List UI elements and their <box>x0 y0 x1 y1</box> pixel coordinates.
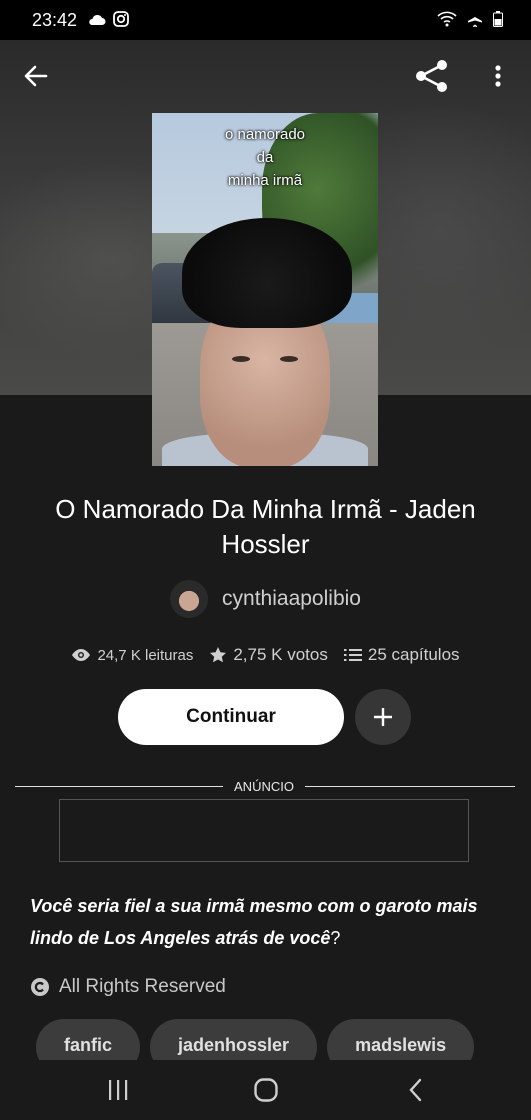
chapters-stat: 25 capítulos <box>343 645 460 665</box>
copyright-label: All Rights Reserved <box>59 976 226 997</box>
battery-icon <box>493 11 503 32</box>
status-right-icons <box>437 11 503 32</box>
copyright-icon <box>31 978 49 996</box>
back-nav-button[interactable] <box>396 1075 436 1105</box>
reads-stat: 24,7 K leituras <box>71 647 193 664</box>
divider <box>15 786 223 787</box>
chapters-count: 25 capítulos <box>367 645 460 664</box>
status-left-icons <box>88 11 129 32</box>
description-text: Você seria fiel a sua irmã mesmo com o g… <box>30 896 478 948</box>
divider <box>305 786 515 787</box>
votes-count: 2,75 K votos <box>233 645 328 664</box>
back-button[interactable] <box>20 60 52 92</box>
star-icon <box>210 647 227 663</box>
instagram-icon <box>113 11 129 32</box>
home-button[interactable] <box>246 1075 286 1105</box>
author-avatar[interactable] <box>170 580 209 618</box>
continue-reading-button[interactable]: Continuar <box>118 689 344 745</box>
author-row[interactable]: cynthiaapolibio <box>0 580 531 618</box>
story-cover[interactable]: o namorado da minha irmã <box>152 113 378 466</box>
ad-label: ANÚNCIO <box>234 779 294 794</box>
reads-count: 24,7 K leituras <box>97 646 194 664</box>
home-circle-icon <box>254 1078 278 1102</box>
description-suffix: ? <box>330 928 341 948</box>
cover-overlay-text: o namorado da minha irmã <box>224 126 306 189</box>
votes-stat: 2,75 K votos <box>209 645 328 665</box>
author-name[interactable]: cynthiaapolibio <box>222 587 361 611</box>
wifi-icon <box>437 11 457 32</box>
list-icon <box>343 649 362 661</box>
arrow-left-icon <box>24 65 48 87</box>
status-time: 23:42 <box>32 10 78 30</box>
more-vertical-icon <box>495 65 501 87</box>
share-icon <box>416 60 447 92</box>
airplane-icon <box>467 11 483 32</box>
share-button[interactable] <box>412 58 452 94</box>
recent-apps-button[interactable] <box>98 1075 138 1105</box>
copyright-row: All Rights Reserved <box>30 976 226 998</box>
cloud-icon <box>88 13 106 31</box>
add-to-library-button[interactable] <box>355 689 411 745</box>
story-description: Você seria fiel a sua irmã mesmo com o g… <box>30 890 510 954</box>
story-title: O Namorado Da Minha Irmã - Jaden Hossler <box>55 494 476 559</box>
more-options-button[interactable] <box>488 60 508 92</box>
recents-icon <box>109 1080 128 1100</box>
chevron-left-icon <box>409 1078 422 1102</box>
story-stats: 24,7 K leituras 2,75 K votos 25 capítulo… <box>0 645 531 665</box>
ad-slot[interactable] <box>59 799 469 862</box>
plus-icon <box>374 708 392 726</box>
eye-icon <box>72 649 91 661</box>
